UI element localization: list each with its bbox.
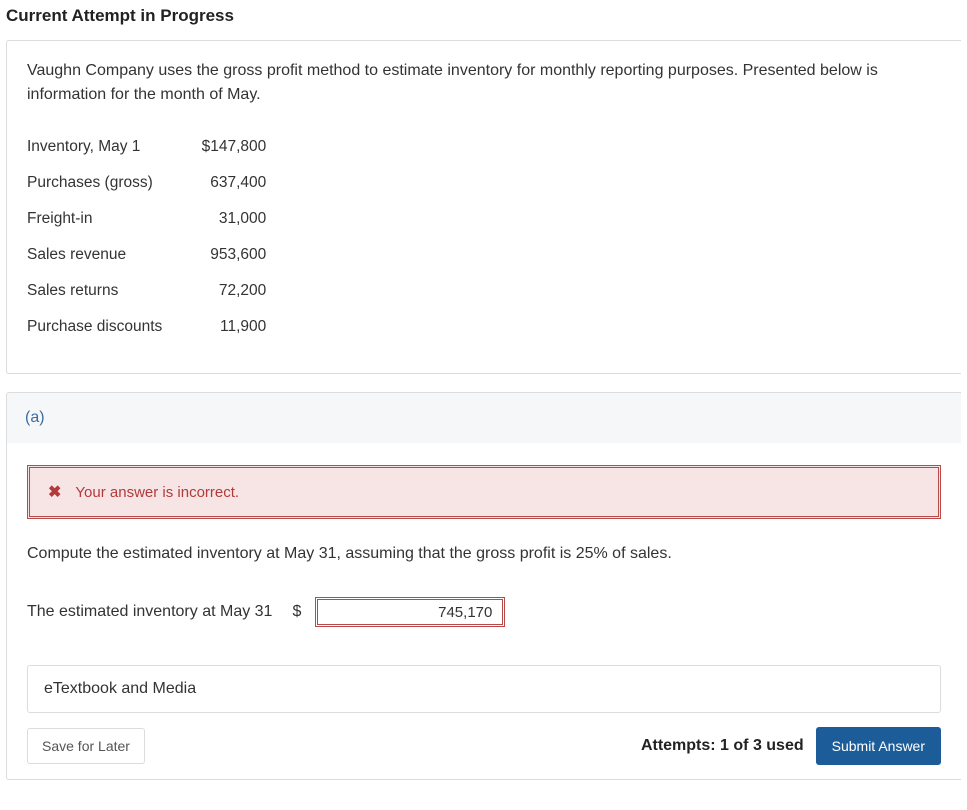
- row-value: 11,900: [192, 309, 272, 345]
- part-body: ✖ Your answer is incorrect. Compute the …: [6, 443, 961, 780]
- problem-intro: Vaughn Company uses the gross profit met…: [27, 59, 941, 107]
- row-label: Freight-in: [27, 201, 192, 237]
- x-icon: ✖: [48, 482, 61, 502]
- part-header[interactable]: (a): [6, 392, 961, 443]
- row-label: Purchases (gross): [27, 165, 192, 201]
- part-label: (a): [25, 409, 45, 426]
- table-row: Freight-in 31,000: [27, 201, 272, 237]
- currency-symbol: $: [292, 603, 301, 621]
- row-label: Inventory, May 1: [27, 129, 192, 165]
- etextbook-media-button[interactable]: eTextbook and Media: [27, 665, 941, 713]
- page-title: Current Attempt in Progress: [6, 0, 961, 40]
- table-row: Purchases (gross) 637,400: [27, 165, 272, 201]
- footer-row: Save for Later Attempts: 1 of 3 used Sub…: [27, 727, 941, 765]
- attempts-text: Attempts: 1 of 3 used: [641, 737, 804, 755]
- problem-panel: Vaughn Company uses the gross profit met…: [6, 40, 961, 374]
- question-instruction: Compute the estimated inventory at May 3…: [27, 545, 941, 563]
- table-row: Purchase discounts 11,900: [27, 309, 272, 345]
- row-label: Sales returns: [27, 273, 192, 309]
- incorrect-alert: ✖ Your answer is incorrect.: [27, 465, 941, 519]
- row-value: 31,000: [192, 201, 272, 237]
- table-row: Sales returns 72,200: [27, 273, 272, 309]
- alert-message: Your answer is incorrect.: [75, 484, 239, 501]
- row-value: 72,200: [192, 273, 272, 309]
- submit-answer-button[interactable]: Submit Answer: [816, 727, 941, 765]
- row-value: 637,400: [192, 165, 272, 201]
- data-table: Inventory, May 1 $147,800 Purchases (gro…: [27, 129, 272, 345]
- table-row: Sales revenue 953,600: [27, 237, 272, 273]
- answer-row: The estimated inventory at May 31 $: [27, 597, 941, 627]
- table-row: Inventory, May 1 $147,800: [27, 129, 272, 165]
- answer-input[interactable]: [315, 597, 505, 627]
- row-value: $147,800: [192, 129, 272, 165]
- row-value: 953,600: [192, 237, 272, 273]
- row-label: Sales revenue: [27, 237, 192, 273]
- save-for-later-button[interactable]: Save for Later: [27, 728, 145, 764]
- answer-prefix: The estimated inventory at May 31: [27, 603, 272, 621]
- row-label: Purchase discounts: [27, 309, 192, 345]
